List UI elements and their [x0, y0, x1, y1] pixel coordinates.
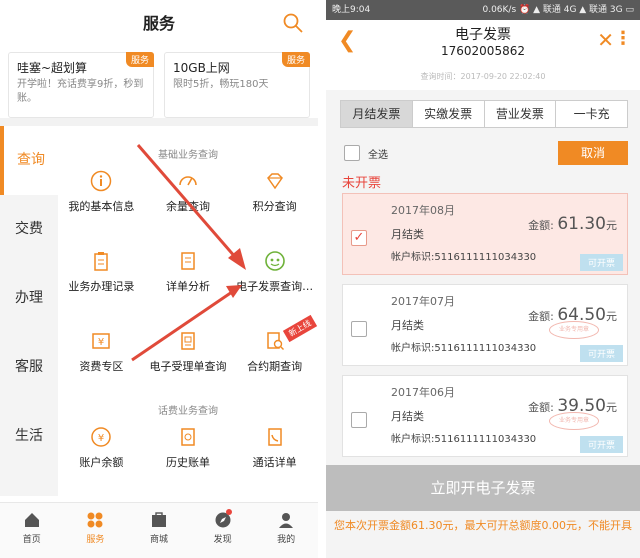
select-all-label: 全选 — [368, 149, 388, 161]
unbilled-heading: 未开票 — [342, 176, 382, 191]
invoice-month: 2017年07月 — [391, 295, 455, 308]
tab-one-card[interactable]: 一卡充 — [555, 101, 627, 127]
status-time: 晚上9:04 — [332, 5, 371, 15]
select-all-checkbox[interactable] — [344, 145, 360, 161]
amount-label: 金额: — [528, 401, 554, 414]
invoice-month: 2017年08月 — [391, 204, 455, 217]
close-icon[interactable]: ✕ — [597, 28, 614, 52]
invoice-type: 月结类 — [391, 319, 424, 332]
invoice-card[interactable]: 2017年06月 月结类 帐户标识:5116111111034330 业务专用章… — [342, 375, 628, 457]
query-time: 查询时间：2017-09-20 22:02:40 — [326, 66, 640, 90]
amount-value: 64.50 — [557, 305, 606, 325]
phone-number: 17602005862 — [441, 44, 525, 58]
invoice-checkbox[interactable] — [351, 321, 367, 337]
tab-business-invoice[interactable]: 营业发票 — [483, 101, 556, 127]
tab-monthly-invoice[interactable]: 月结发票 — [341, 101, 412, 127]
status-badge: 可开票 — [579, 345, 623, 362]
cancel-button[interactable]: 取消 — [558, 141, 628, 165]
invoice-amount: 金额: 39.50元 — [528, 396, 617, 416]
invoice-card[interactable]: ✓ 2017年08月 月结类 帐户标识:5116111111034330 金额:… — [342, 193, 628, 275]
amount-value: 39.50 — [557, 396, 606, 416]
account-id: 帐户标识:5116111111034330 — [391, 343, 537, 354]
invoice-type: 月结类 — [391, 410, 424, 423]
e-invoice-screen: 晚上9:04 0.06K/s ⏰ ▲ 联通 4G ▲ 联通 3G ▭ ❮ 电子发… — [326, 0, 640, 558]
amount-label: 金额: — [528, 310, 554, 323]
back-arrow-icon[interactable]: ❮ — [338, 30, 356, 52]
amount-unit: 元 — [606, 401, 617, 414]
invoice-amount: 金额: 64.50元 — [528, 305, 617, 325]
invoice-checkbox[interactable]: ✓ — [351, 230, 367, 246]
amount-label: 金额: — [528, 219, 554, 232]
invoice-tabs: 月结发票 实缴发票 营业发票 一卡充 — [340, 100, 628, 128]
amount-unit: 元 — [606, 310, 617, 323]
invoice-month: 2017年06月 — [391, 386, 455, 399]
amount-unit: 元 — [606, 219, 617, 232]
annotation-arrows — [131, 144, 246, 362]
status-indicators: 0.06K/s ⏰ ▲ 联通 4G ▲ 联通 3G ▭ — [482, 5, 634, 15]
invoice-type: 月结类 — [391, 228, 424, 241]
more-vertical-icon[interactable]: ⋮ — [614, 28, 632, 49]
account-id: 帐户标识:5116111111034330 — [391, 252, 537, 263]
tab-paid-invoice[interactable]: 实缴发票 — [411, 101, 484, 127]
amount-value: 61.30 — [557, 214, 606, 234]
status-badge: 可开票 — [579, 254, 623, 271]
invoice-amount: 金额: 61.30元 — [528, 214, 617, 234]
select-all-row: 全选 取消 — [344, 140, 628, 166]
status-bar: 晚上9:04 0.06K/s ⏰ ▲ 联通 4G ▲ 联通 3G ▭ — [326, 0, 640, 20]
service-screen: 服务 哇塞~超划算 开学啦！充话费享9折，秒到账。 服务 10GB上网 限时5折… — [0, 0, 318, 558]
invoice-card[interactable]: 2017年07月 月结类 帐户标识:5116111111034330 业务专用章… — [342, 284, 628, 366]
invoice-header: ❮ 电子发票 17602005862 ✕ ⋮ — [326, 20, 640, 66]
invoice-limit-notice: 您本次开票金额61.30元，最大可开总额度0.00元，不能开具 — [334, 519, 632, 532]
account-id: 帐户标识:5116111111034330 — [391, 434, 537, 445]
status-badge: 可开票 — [579, 436, 623, 453]
issue-e-invoice-button[interactable]: 立即开电子发票 — [326, 465, 640, 511]
page-title: 电子发票 — [455, 27, 511, 43]
invoice-checkbox[interactable] — [351, 412, 367, 428]
